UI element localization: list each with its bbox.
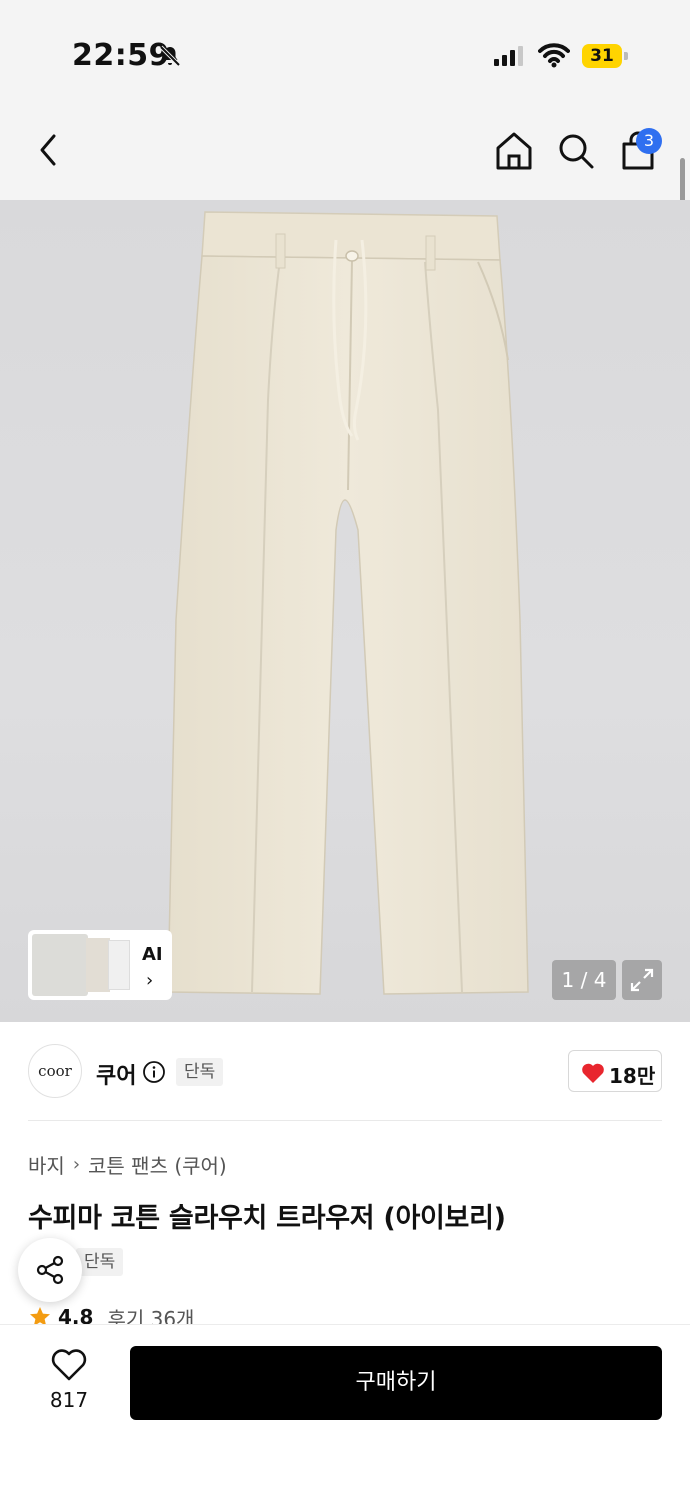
brand-like-count: 18만 [609, 1064, 656, 1088]
breadcrumb: 바지 › 코튼 팬츠 (쿠어) [28, 1150, 227, 1179]
info-icon[interactable] [142, 1060, 166, 1084]
ai-label: AI [142, 944, 163, 965]
product-detail-page: 22:59 31 3 AI › 1 / 4 coor 쿠어 단독 18만 바지 … [0, 0, 690, 1500]
top-nav-bar [0, 100, 690, 200]
heart-outline-icon[interactable] [50, 1348, 88, 1382]
image-counter: 1 / 4 [552, 960, 616, 1000]
cart-count-badge: 3 [636, 128, 662, 154]
exclusive-badge: 단독 [176, 1058, 224, 1086]
product-image [167, 211, 529, 995]
ai-thumbnail [86, 938, 110, 992]
battery-icon: 31 [582, 44, 628, 68]
ai-thumbnail [32, 934, 88, 996]
share-icon [36, 1255, 64, 1285]
status-bar: 22:59 31 [0, 0, 690, 100]
ai-recommendation-card[interactable]: AI › [28, 930, 172, 1000]
back-chevron-icon[interactable] [28, 128, 68, 172]
heart-filled-icon [582, 1063, 604, 1083]
search-icon[interactable] [556, 130, 596, 172]
bell-slash-icon [159, 45, 181, 67]
battery-level: 31 [582, 44, 622, 68]
breadcrumb-item[interactable]: 바지 [28, 1150, 65, 1179]
ai-thumbnail [108, 940, 130, 990]
buy-button[interactable]: 구매하기 [130, 1346, 662, 1420]
exclusive-tag: 단독 [76, 1248, 124, 1276]
signal-icon [494, 44, 523, 66]
divider [28, 1120, 662, 1121]
brand-logo[interactable]: coor [28, 1044, 82, 1098]
brand-like-button[interactable]: 18만 [568, 1050, 662, 1092]
wifi-icon [538, 43, 570, 68]
chevron-right-icon: › [72, 1154, 81, 1175]
share-button[interactable] [18, 1238, 82, 1302]
expand-icon[interactable] [622, 960, 662, 1000]
wish-count: 817 [49, 1388, 89, 1412]
home-icon[interactable] [494, 130, 534, 172]
product-title: 수피마 코튼 슬라우치 트라우저 (아이보리) [28, 1203, 506, 1234]
chevron-right-icon: › [146, 970, 154, 991]
breadcrumb-item[interactable]: 코튼 팬츠 (쿠어) [88, 1150, 227, 1179]
status-time: 22:59 [72, 38, 170, 73]
brand-name[interactable]: 쿠어 [96, 1058, 136, 1090]
product-image-gallery[interactable] [0, 200, 690, 1022]
